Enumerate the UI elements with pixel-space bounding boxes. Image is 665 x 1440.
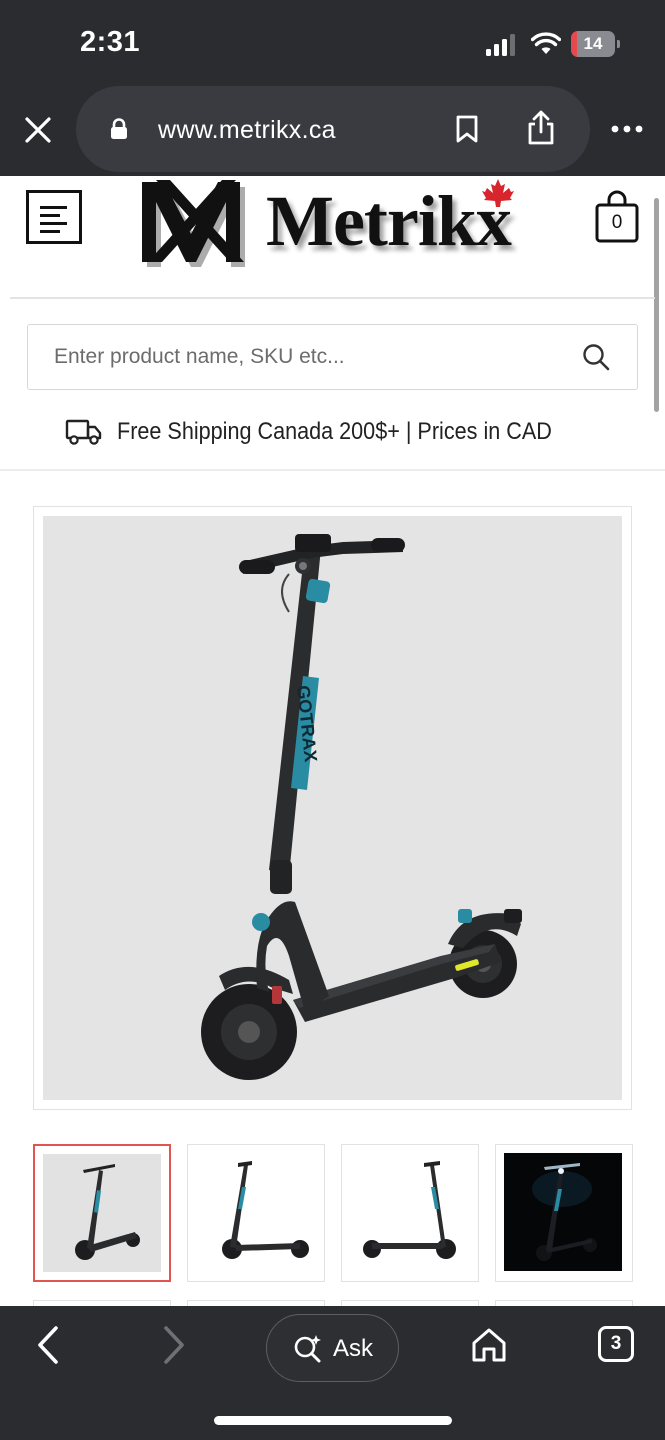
status-bar: 2:31 14 (0, 0, 665, 84)
page-scrollbar[interactable] (654, 198, 659, 412)
site-logo[interactable]: Metrikx (136, 176, 536, 274)
product-thumbnail-4[interactable] (495, 1144, 633, 1282)
share-icon[interactable] (526, 110, 556, 146)
browser-bottom-toolbar: Ask 3 (0, 1306, 665, 1440)
search-box (27, 324, 638, 390)
main-product-image[interactable]: GOTRAX (43, 516, 622, 1100)
close-tab-button[interactable] (18, 110, 58, 150)
brand-name: Metrikx (266, 181, 512, 261)
logo-monogram (142, 180, 245, 267)
wifi-icon (531, 32, 561, 54)
status-time: 2:31 (80, 26, 141, 58)
main-product-image-frame[interactable]: GOTRAX (33, 506, 632, 1110)
product-thumbnail-1[interactable] (33, 1144, 171, 1282)
product-thumbnail-2[interactable] (187, 1144, 325, 1282)
header-divider (10, 297, 655, 299)
menu-button[interactable] (26, 190, 82, 244)
tabs-button[interactable]: 3 (598, 1326, 634, 1362)
battery-level-text: 14 (583, 34, 603, 53)
sparkle-search-icon (294, 1335, 321, 1363)
cart-button[interactable]: 0 (594, 190, 640, 244)
product-thumbnail-3[interactable] (341, 1144, 479, 1282)
forward-icon[interactable] (160, 1324, 188, 1366)
battery-charging-icon: 14 (571, 31, 621, 57)
thumbnail-image (350, 1153, 468, 1271)
search-icon[interactable] (582, 343, 610, 371)
more-icon[interactable] (610, 122, 644, 136)
ask-button[interactable]: Ask (266, 1314, 399, 1382)
maple-leaf-icon (482, 179, 514, 207)
thumbnail-image (504, 1153, 622, 1271)
home-indicator (214, 1416, 452, 1425)
home-icon[interactable] (470, 1326, 508, 1364)
thumbnail-image (43, 1154, 161, 1272)
ask-label: Ask (333, 1335, 374, 1362)
lock-icon (111, 118, 127, 139)
tabs-count: 3 (610, 1333, 622, 1354)
signal-icon (486, 34, 515, 56)
back-icon[interactable] (34, 1324, 62, 1366)
browser-address-bar: www.metrikx.ca (0, 84, 665, 176)
shipping-banner: Free Shipping Canada 200$+ | Prices in C… (0, 408, 665, 456)
truck-icon (65, 419, 102, 445)
url-text: www.metrikx.ca (158, 116, 336, 144)
shipping-text: Free Shipping Canada 200$+ | Prices in C… (116, 418, 552, 445)
url-bar[interactable]: www.metrikx.ca (76, 86, 590, 172)
bookmark-icon[interactable] (454, 114, 480, 144)
web-page: Metrikx 0 Free Shipping Canada 200$+ | P… (0, 176, 665, 1306)
search-input[interactable] (54, 325, 574, 388)
close-icon (25, 117, 51, 143)
electric-scooter-image: GOTRAX (201, 534, 522, 1080)
cart-count: 0 (611, 212, 623, 233)
thumbnail-image (196, 1153, 314, 1271)
section-divider (0, 469, 665, 471)
